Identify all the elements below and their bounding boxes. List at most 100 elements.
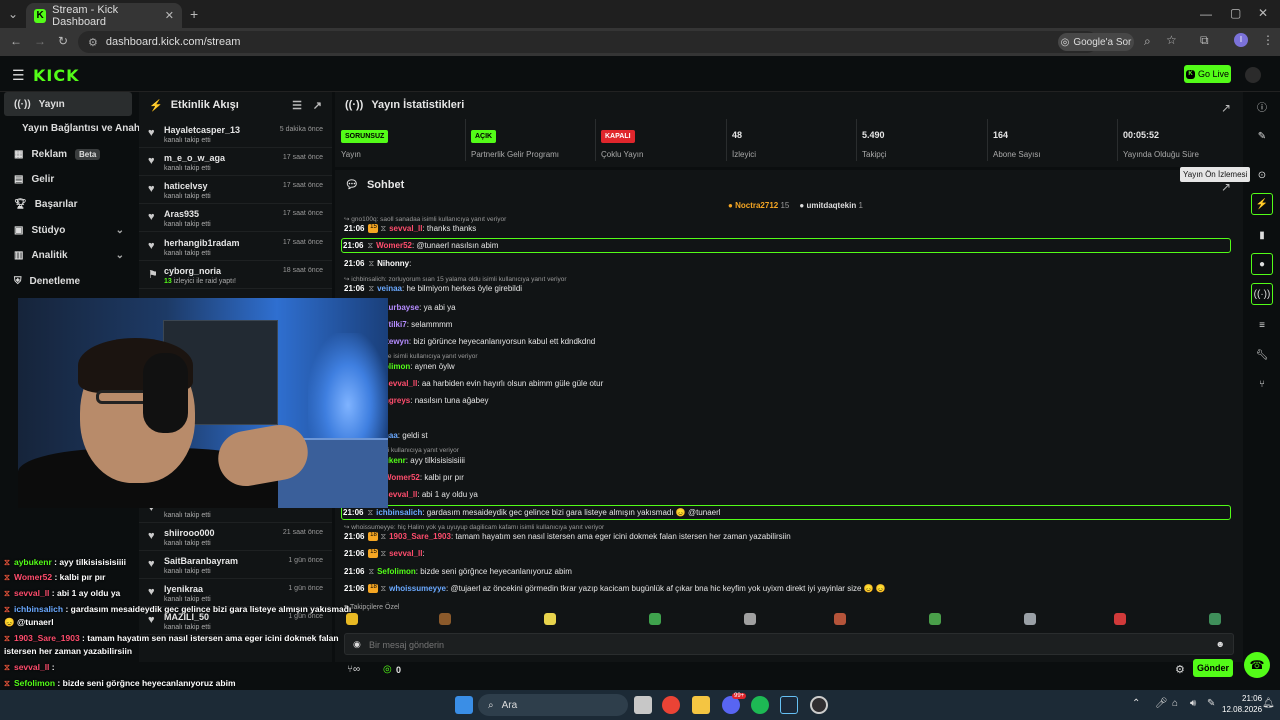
chat-message[interactable]: 21:06 18 ⧖ whoissumeyye: @tujaerl az önceki…	[344, 584, 1234, 594]
activity-item[interactable]: ⚑ cyborg_noria 13 izleyici ile raid yaptı!…	[139, 261, 332, 289]
message-username[interactable]: sevval_ll	[389, 549, 422, 558]
back-icon[interactable]: ←	[10, 34, 22, 48]
emote-icon[interactable]	[1209, 613, 1221, 625]
sidebar-item-gelir[interactable]: ▤ Gelir	[4, 167, 132, 191]
bookmark-star-icon[interactable]: ☆	[1166, 33, 1177, 47]
profile-avatar[interactable]: I	[1234, 33, 1248, 47]
activity-item[interactable]: ♥ lyenikraa kanalı takip etti 1 gün önce	[139, 579, 332, 607]
chat-message[interactable]: 21:06 ⧖ veinaa: he bilmiyom herkes öyle gi…	[344, 284, 1234, 294]
maximize-icon[interactable]: ▢	[1230, 6, 1241, 20]
sidebar-item-analitik[interactable]: ▥ Analitik ⌄	[4, 243, 132, 267]
hamburger-menu-icon[interactable]: ☰	[12, 67, 25, 84]
message-username[interactable]: Womer52	[384, 473, 420, 482]
chat-message[interactable]: sevval_ll: abi 1 ay oldu ya	[344, 490, 1234, 499]
kick-logo[interactable]: KICK	[33, 66, 80, 85]
chat-message[interactable]: 21:06 ⧖ ichbinsalich: gardasım mesaideydik…	[341, 505, 1231, 520]
chat-message[interactable]: kurbayse: ya abi ya	[344, 303, 1234, 312]
spotify-icon[interactable]	[751, 696, 769, 714]
activity-user[interactable]: Aras935	[164, 209, 199, 219]
message-username[interactable]: sevval_ll	[384, 490, 417, 499]
chat-message[interactable]	[344, 413, 1234, 422]
extensions-icon[interactable]: ⧉	[1200, 33, 1209, 48]
filter-icon[interactable]: ☰	[292, 99, 302, 112]
info-icon[interactable]: ⓘ	[1251, 95, 1273, 117]
message-username[interactable]: whoissumeyye	[389, 584, 446, 593]
sidebar-item-yayin[interactable]: ((·)) Yayın	[4, 92, 132, 116]
server-icon[interactable]: ≡	[1251, 314, 1273, 336]
address-bar[interactable]: ⚙ dashboard.kick.com/stream	[78, 31, 1098, 53]
activity-user[interactable]: shiirooo000	[164, 528, 215, 538]
edit-pencil-icon[interactable]: ✎	[1251, 125, 1273, 147]
activity-user[interactable]: lyenikraa	[164, 584, 203, 594]
emote-icon[interactable]	[834, 613, 846, 625]
pen-icon[interactable]: ✎	[1207, 698, 1215, 709]
sidebar-item-stream-key[interactable]: Yayın Bağlantısı ve Anahtarı	[4, 116, 156, 140]
activity-item[interactable]: ♥ shiirooo000 kanalı takip etti 21 saat önc…	[139, 523, 332, 551]
popout-icon[interactable]: ↗	[313, 99, 322, 112]
chat-message[interactable]: 21:06 15 ⧖ sevval_ll: thanks thanks	[344, 224, 1234, 234]
sidebar-item-studyo[interactable]: ▣ Stüdyo ⌄	[4, 218, 132, 242]
wrench-icon[interactable]: 🔧︎	[1251, 344, 1273, 366]
message-username[interactable]: Womer52	[376, 241, 412, 250]
chat-message[interactable]: 21:06 ⧖ Womer52: @tunaerl nasılsın abim	[341, 238, 1231, 253]
chat-message[interactable]: sevval_ll: aa harbiden evin hayırlı olsu…	[344, 379, 1234, 388]
chat-message[interactable]: ltewyn: bizi görünce heyecanlanıyorsun k…	[344, 337, 1234, 346]
chat-message[interactable]: 21:06 ⧖ Nihonny:	[344, 259, 1234, 269]
taskbar-clock[interactable]: 21:06 12.08.2026	[1222, 693, 1262, 715]
go-live-button[interactable]: K Go Live	[1184, 65, 1231, 83]
activity-item[interactable]: ♥ herhangib1radam kanalı takip etti 17 saat…	[139, 233, 332, 261]
activity-item[interactable]: ♥ SaitBaranbayram kanalı takip etti 1 gün ö…	[139, 551, 332, 579]
activity-user[interactable]: cyborg_noria	[164, 266, 221, 276]
zoom-icon[interactable]: ⌕	[1144, 34, 1151, 49]
lightning-panel-icon[interactable]: ⚡	[1251, 193, 1273, 215]
chrome-icon[interactable]	[662, 696, 680, 714]
volume-icon[interactable]: 🔊︎	[1190, 698, 1196, 709]
google-ask-button[interactable]: ◎ Google'a Sor	[1058, 33, 1134, 51]
emote-icon[interactable]	[544, 613, 556, 625]
new-tab-icon[interactable]: +	[190, 6, 198, 22]
chat-input-box[interactable]: ◉ ☻	[344, 633, 1234, 655]
popout-icon[interactable]: ↗	[1221, 101, 1231, 115]
message-username[interactable]: Sefolimon	[377, 567, 416, 576]
reload-icon[interactable]: ↻	[58, 34, 68, 48]
pinned-user[interactable]: ● Noctra2712 15	[728, 201, 789, 210]
chat-message[interactable]: 21:06 ⧖ Sefolimon: bizde seni görğnce heye…	[344, 567, 1234, 577]
chat-message[interactable]: 21:06 15 ⧖ sevval_ll:	[344, 549, 1234, 559]
chat-message[interactable]: Womer52: kalbi pır pır	[344, 473, 1234, 482]
activity-item[interactable]: ♥ Aras935 kanalı takip etti 17 saat önce	[139, 204, 332, 232]
chat-message[interactable]: 21:06 18 ⧖ 1903_Sare_1903: tamam hayatım se…	[344, 532, 1234, 542]
activity-item[interactable]: ♥ Hayaletcasper_13 kanalı takip etti 5 daki…	[139, 120, 332, 148]
tab-close-icon[interactable]: ✕	[165, 9, 174, 22]
chat-settings-gear-icon[interactable]: ⚙	[1175, 663, 1185, 676]
notes-icon[interactable]: ▮	[1251, 224, 1273, 246]
message-username[interactable]: Nihonny	[377, 259, 409, 268]
share-nodes-icon[interactable]: ⑂	[1251, 373, 1273, 395]
activity-user[interactable]: m_e_o_w_aga	[164, 153, 225, 163]
activity-item[interactable]: ♥ m_e_o_w_aga kanalı takip etti 17 saat önc…	[139, 148, 332, 176]
mic-icon[interactable]: 🎤︎	[1155, 698, 1168, 709]
emote-icon[interactable]	[439, 613, 451, 625]
activity-user[interactable]: haticelvsy	[164, 181, 208, 191]
share-icon[interactable]: ⑂∞	[347, 664, 360, 675]
sidebar-item-denetleme[interactable]: ⛨ Denetleme	[4, 269, 132, 293]
chat-message[interactable]: 7tilki7: selammmm	[344, 320, 1234, 329]
broadcast-panel-icon[interactable]: ((·))	[1251, 283, 1273, 305]
task-view-icon[interactable]	[634, 696, 652, 714]
sidebar-item-reklam[interactable]: ▦ Reklam Beta	[4, 142, 132, 166]
window-close-icon[interactable]: ✕	[1258, 6, 1268, 20]
browser-tab[interactable]: K Stream - Kick Dashboard ✕	[26, 3, 182, 28]
send-button[interactable]: Gönder	[1193, 659, 1233, 677]
tab-search-chevron-icon[interactable]: ⌄	[8, 7, 18, 21]
sidebar-item-basarilar[interactable]: 🏆︎ Başarılar	[4, 192, 132, 216]
forward-icon[interactable]: →	[34, 34, 46, 48]
pinned-user[interactable]: ● umitdaqtekin 1	[799, 201, 863, 210]
emoji-picker-icon[interactable]: ☻	[1216, 639, 1225, 649]
activity-user[interactable]: Hayaletcasper_13	[164, 125, 240, 135]
message-username[interactable]: ichbinsalich	[376, 508, 422, 517]
stream-preview-icon[interactable]: ⊙	[1251, 164, 1273, 186]
activity-user[interactable]: herhangib1radam	[164, 238, 240, 248]
taskbar-search[interactable]: ⌕ Ara	[478, 694, 628, 716]
activity-item[interactable]: ♥ haticelvsy kanalı takip etti 17 saat önce	[139, 176, 332, 204]
network-icon[interactable]: ⌂	[1172, 698, 1178, 709]
message-username[interactable]: sevval_ll	[389, 224, 422, 233]
